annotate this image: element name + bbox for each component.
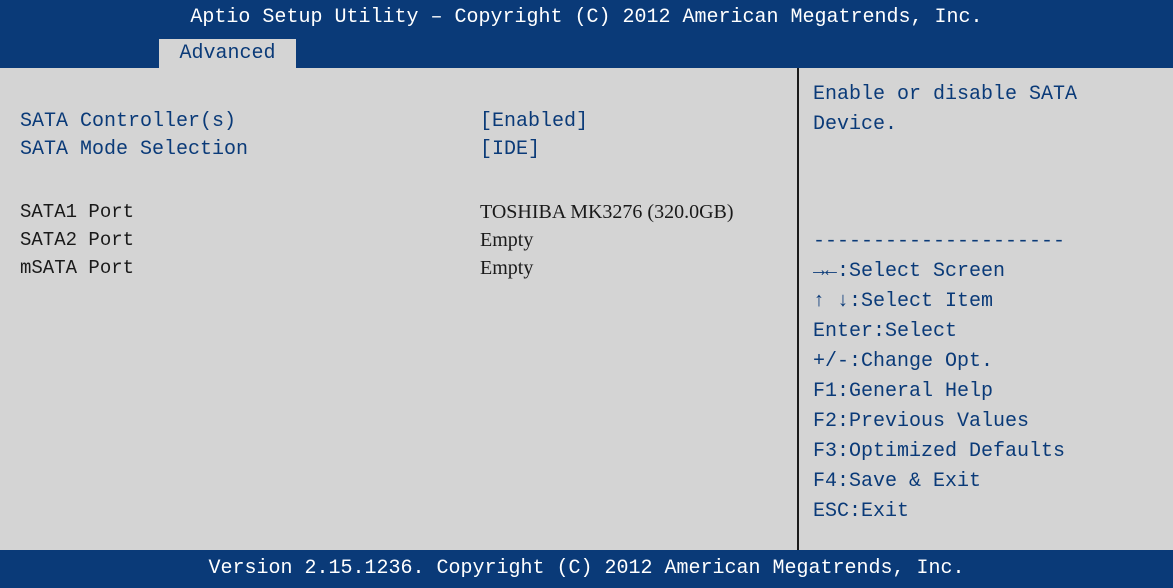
key-hint-key: F2: [813, 410, 850, 433]
key-hint-desc: Select [885, 320, 958, 343]
title-bar: Aptio Setup Utility – Copyright (C) 2012… [0, 0, 1173, 36]
key-hint-key: +/-: [813, 350, 862, 373]
arrow-left-right-icon: →←: [813, 260, 850, 283]
key-hint-desc: Select Screen [849, 260, 1006, 283]
key-hint-key: F3: [813, 440, 850, 463]
port-sata2: SATA2 Port Empty [20, 226, 785, 254]
key-hint-desc: Optimized Defaults [849, 440, 1066, 463]
key-hint-key: F1: [813, 380, 850, 403]
tab-bar: Advanced [0, 36, 1173, 68]
title-text: Aptio Setup Utility – Copyright (C) 2012… [190, 6, 983, 29]
key-hint-optimized-defaults: F3: Optimized Defaults [813, 437, 1065, 467]
port-msata-value: Empty [480, 257, 534, 279]
key-hint-key: ESC: [813, 500, 862, 523]
key-hint-change-opt: +/-: Change Opt. [813, 347, 993, 377]
setting-sata-mode[interactable]: SATA Mode Selection [IDE] [20, 136, 785, 164]
key-hint-desc: Exit [861, 500, 910, 523]
footer-bar: Version 2.15.1236. Copyright (C) 2012 Am… [0, 550, 1173, 588]
key-hint-desc: Save & Exit [849, 470, 982, 493]
key-hint-select-screen: →←: Select Screen [813, 257, 1005, 287]
port-sata2-label: SATA2 Port [20, 229, 135, 251]
key-hint-key: F4: [813, 470, 850, 493]
main-panel: SATA Controller(s) [Enabled] SATA Mode S… [0, 68, 1173, 550]
panel-divider [797, 68, 799, 550]
key-hint-exit: ESC: Exit [813, 497, 909, 527]
setting-sata-mode-label: SATA Mode Selection [20, 138, 249, 161]
setting-sata-controller[interactable]: SATA Controller(s) [Enabled] [20, 108, 785, 136]
key-hint-key: Enter: [813, 320, 886, 343]
key-hint-previous-values: F2: Previous Values [813, 407, 1029, 437]
help-panel: Enable or disable SATA Device. ---------… [813, 68, 1163, 550]
port-msata-label: mSATA Port [20, 257, 135, 279]
port-sata2-value: Empty [480, 229, 534, 251]
help-description: Enable or disable SATA Device. [813, 83, 1078, 136]
port-msata: mSATA Port Empty [20, 254, 785, 282]
key-hint-select-item: ↑ ↓: Select Item [813, 287, 993, 317]
port-sata1: SATA1 Port TOSHIBA MK3276 (320.0GB) [20, 198, 785, 226]
key-hint-save-exit: F4: Save & Exit [813, 467, 981, 497]
port-sata1-value: TOSHIBA MK3276 (320.0GB) [480, 201, 734, 223]
tab-advanced[interactable]: Advanced [159, 39, 296, 68]
key-hint-general-help: F1: General Help [813, 377, 993, 407]
key-hint-desc: Select Item [861, 290, 994, 313]
setting-sata-controller-label: SATA Controller(s) [20, 110, 237, 133]
help-separator: --------------------- [813, 230, 1066, 253]
footer-text: Version 2.15.1236. Copyright (C) 2012 Am… [208, 557, 965, 580]
bios-screen: Aptio Setup Utility – Copyright (C) 2012… [0, 0, 1173, 588]
key-hint-desc: General Help [849, 380, 994, 403]
key-hint-enter: Enter: Select [813, 317, 957, 347]
key-hint-desc: Previous Values [849, 410, 1030, 433]
tab-advanced-label: Advanced [179, 42, 276, 65]
key-hint-desc: Change Opt. [861, 350, 994, 373]
setting-sata-controller-value[interactable]: [Enabled] [480, 108, 588, 136]
setting-sata-mode-value[interactable]: [IDE] [480, 136, 540, 164]
arrow-up-down-icon: ↑ ↓: [813, 290, 862, 313]
port-sata1-label: SATA1 Port [20, 201, 135, 223]
